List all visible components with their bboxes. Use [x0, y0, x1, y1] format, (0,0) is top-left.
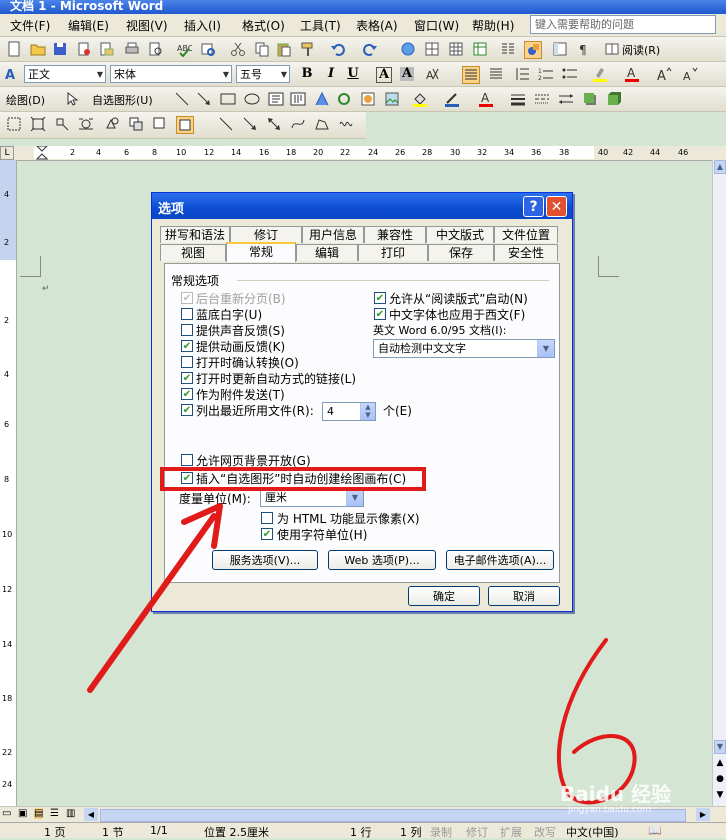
watermark-brand: Baidu 经验 — [560, 782, 672, 806]
watermark-url: jingyan.baidu.com — [568, 805, 652, 815]
annotation-arrow-shaft — [87, 513, 217, 693]
annotation-arrow-head — [181, 503, 223, 549]
annotation-overlay — [87, 503, 637, 805]
